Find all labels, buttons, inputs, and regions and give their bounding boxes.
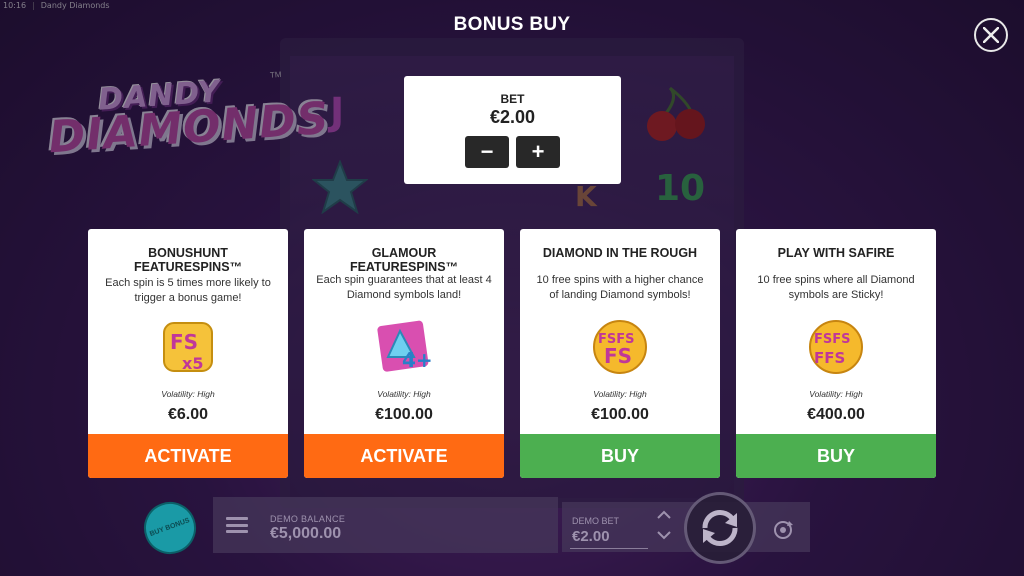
card-title: BONUSHUNT FEATURESPINS™ xyxy=(133,246,243,274)
svg-text:FS: FS xyxy=(604,344,632,368)
plus-icon: + xyxy=(531,139,545,164)
card-description: Each spin guarantees that at least 4 Dia… xyxy=(316,274,492,301)
close-button[interactable] xyxy=(974,18,1008,52)
bet-selector: BET €2.00 − + xyxy=(404,76,621,184)
bonus-card-bonushunt: BONUSHUNT FEATURESPINS™ Each spin is 5 t… xyxy=(88,229,288,478)
diamond-4plus-icon: 4+ xyxy=(377,320,433,372)
balance-value: €5,000.00 xyxy=(270,525,342,542)
bet-underline xyxy=(570,548,648,549)
card-price: €6.00 xyxy=(167,406,209,423)
bonus-card-diamond-rough: DIAMOND IN THE ROUGH 10 free spins with … xyxy=(520,229,720,478)
minus-icon: − xyxy=(480,139,494,164)
svg-text:x5: x5 xyxy=(182,354,203,373)
spin-button[interactable] xyxy=(684,492,756,564)
demo-bet-value: €2.00 xyxy=(572,528,610,545)
svg-text:FFS: FFS xyxy=(814,349,845,367)
svg-text:FSFS: FSFS xyxy=(814,332,851,347)
card-price: €100.00 xyxy=(375,406,433,423)
card-volatility: Volatility: High xyxy=(593,389,647,399)
card-description: 10 free spins where all Diamond symbols … xyxy=(757,274,915,301)
card-price: €400.00 xyxy=(807,406,865,423)
card-description: 10 free spins with a higher chance of la… xyxy=(536,274,704,301)
activate-button[interactable]: ACTIVATE xyxy=(304,434,504,478)
card-volatility: Volatility: High xyxy=(809,389,863,399)
card-title: GLAMOUR FEATURESPINS™ xyxy=(349,246,459,274)
card-description: Each spin is 5 times more likely to trig… xyxy=(105,277,271,304)
menu-icon[interactable] xyxy=(226,517,248,533)
svg-text:4+: 4+ xyxy=(402,348,433,372)
fs-quad-icon: FSFS FFS xyxy=(809,320,863,374)
balance-label: DEMO BALANCE xyxy=(270,514,346,524)
balance-bar: DEMO BALANCE €5,000.00 xyxy=(213,497,558,553)
svg-text:FS: FS xyxy=(170,330,198,354)
increase-bet-button[interactable]: + xyxy=(516,136,560,168)
fs-triple-icon: FSFS FS xyxy=(593,320,647,374)
demo-bet-label: DEMO BET xyxy=(572,516,620,526)
decrease-bet-button[interactable]: − xyxy=(465,136,509,168)
autoplay-icon[interactable] xyxy=(772,519,794,541)
chevron-down-icon[interactable] xyxy=(657,531,671,540)
card-title: PLAY WITH SAFIRE xyxy=(777,246,895,260)
activate-button[interactable]: ACTIVATE xyxy=(88,434,288,478)
spin-icon xyxy=(702,509,738,547)
buy-button[interactable]: BUY xyxy=(520,434,720,478)
dialog-title: BONUS BUY xyxy=(453,14,571,35)
card-volatility: Volatility: High xyxy=(377,389,431,399)
buy-button[interactable]: BUY xyxy=(736,434,936,478)
chevron-up-icon[interactable] xyxy=(657,510,671,519)
card-volatility: Volatility: High xyxy=(161,389,215,399)
card-title: DIAMOND IN THE ROUGH xyxy=(542,246,698,260)
fs-x5-icon: FS x5 xyxy=(163,322,213,373)
bet-label: BET xyxy=(500,92,525,106)
bet-value: €2.00 xyxy=(489,107,536,127)
bonus-card-glamour: GLAMOUR FEATURESPINS™ Each spin guarante… xyxy=(304,229,504,478)
card-price: €100.00 xyxy=(591,406,649,423)
close-icon xyxy=(983,27,999,43)
bonus-card-safire: PLAY WITH SAFIRE 10 free spins where all… xyxy=(736,229,936,478)
